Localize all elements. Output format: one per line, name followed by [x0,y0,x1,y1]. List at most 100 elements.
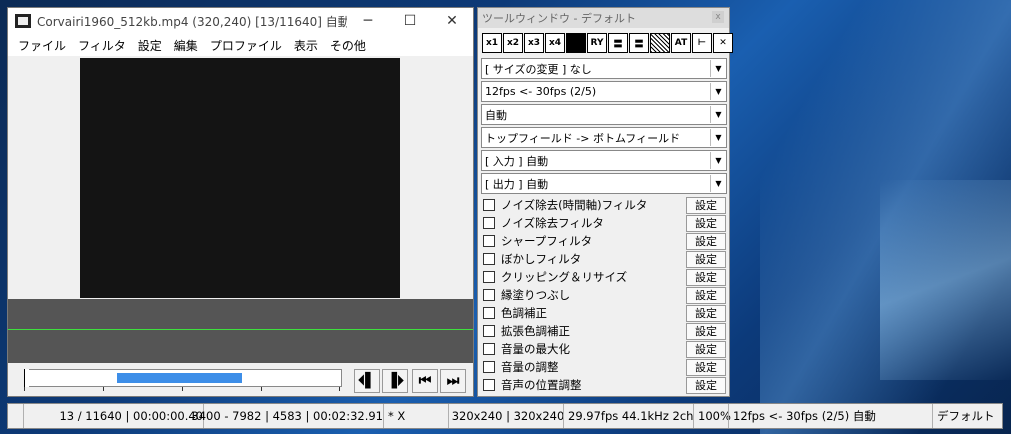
filter-settings-button[interactable]: 設定 [686,196,726,214]
status-rate: 12fps <- 30fps (2/5) 自動 [728,404,928,428]
interlace-select-value: 自動 [485,108,507,122]
menu-other[interactable]: その他 [324,37,372,54]
filter-settings-button[interactable]: 設定 [686,232,726,250]
zoom-x4-button[interactable]: x4 [545,33,565,53]
filter-row: シャープフィルタ 設定 [481,232,726,250]
seek-slider[interactable] [24,369,342,387]
filter-settings-button[interactable]: 設定 [686,376,726,394]
menu-bar: ファイル フィルタ 設定 編集 プロファイル 表示 その他 [8,34,473,56]
timeline-panel [8,299,473,363]
minimize-button[interactable]: ─ [347,8,389,34]
zoom-x1-button[interactable]: x1 [482,33,502,53]
menu-file[interactable]: ファイル [12,37,72,54]
filter-label: ノイズ除去フィルタ [501,216,604,230]
filter-checkbox[interactable] [483,271,495,283]
prev-frame-button[interactable]: ⏴▌ [354,369,380,393]
input-select[interactable]: [ 入力 ] 自動 ▼ [481,150,727,171]
filter-label: クリッピング＆リサイズ [501,270,628,284]
menu-filter[interactable]: フィルタ [72,37,132,54]
input-select-value: [ 入力 ] 自動 [485,154,549,168]
next-frame-button[interactable]: ▐⏵ [382,369,408,393]
tick [182,387,183,391]
last-frame-button[interactable]: ⏭ [440,369,466,393]
deinterlace-button-1[interactable]: 〓 [608,33,628,53]
filter-settings-button[interactable]: 設定 [686,304,726,322]
menu-settings[interactable]: 設定 [132,37,168,54]
filter-settings-button[interactable]: 設定 [686,268,726,286]
main-window: Corvairi1960_512kb.mp4 (320,240) [13/116… [7,7,474,397]
delete-button[interactable]: ✕ [713,33,733,53]
filter-row: 縁塗りつぶし 設定 [481,286,726,304]
chevron-down-icon[interactable]: ▼ [710,152,726,169]
filter-label: 縁塗りつぶし [501,288,571,302]
resize-select-value: [ サイズの変更 ] なし [485,62,592,76]
filter-checkbox[interactable] [483,325,495,337]
framerate-select[interactable]: 12fps <- 30fps (2/5) ▼ [481,81,727,102]
chevron-down-icon[interactable]: ▼ [710,129,726,146]
field-order-select[interactable]: トップフィールド -> ボトムフィールド ▼ [481,127,727,148]
status-fps: 29.97fps 44.1kHz 2ch [563,404,693,428]
window-title: Corvairi1960_512kb.mp4 (320,240) [13/116… [37,14,347,29]
filter-settings-button[interactable]: 設定 [686,214,726,232]
filter-checkbox[interactable] [483,343,495,355]
tick [339,387,340,391]
close-button[interactable]: ✕ [431,8,473,34]
filter-row: ノイズ除去(時間軸)フィルタ 設定 [481,196,726,214]
status-zoom: 100% [693,404,731,428]
tool-close-button[interactable]: x [712,11,724,23]
filter-settings-button[interactable]: 設定 [686,340,726,358]
tool-window-title[interactable]: ツールウィンドウ - デフォルト [478,8,729,28]
output-select[interactable]: [ 出力 ] 自動 ▼ [481,173,727,194]
chevron-down-icon[interactable]: ▼ [710,175,726,192]
filter-row: ノイズ除去フィルタ 設定 [481,214,726,232]
title-bar[interactable]: Corvairi1960_512kb.mp4 (320,240) [13/116… [8,8,473,34]
zoom-x3-button[interactable]: x3 [524,33,544,53]
film-icon [15,14,31,28]
filter-settings-button[interactable]: 設定 [686,250,726,268]
chevron-down-icon[interactable]: ▼ [710,60,726,77]
menu-edit[interactable]: 編集 [168,37,204,54]
chevron-down-icon[interactable]: ▼ [710,106,726,123]
filter-checkbox[interactable] [483,361,495,373]
filter-checkbox[interactable] [483,253,495,265]
filter-checkbox[interactable] [483,289,495,301]
filter-checkbox[interactable] [483,379,495,391]
auto-button[interactable]: AT [671,33,691,53]
slider-ticks [24,387,340,393]
filter-settings-button[interactable]: 設定 [686,358,726,376]
menu-view[interactable]: 表示 [288,37,324,54]
tool-toolbar: x1 x2 x3 x4 RY 〓 〓 AT ⊢ ✕ [482,33,734,53]
black-fill-button[interactable] [566,33,586,53]
filter-checkbox[interactable] [483,217,495,229]
menu-profile[interactable]: プロファイル [204,37,288,54]
filter-checkbox[interactable] [483,235,495,247]
desktop-light-ray [880,180,1011,380]
filter-row: 音声の位置調整 設定 [481,376,726,394]
filter-label: 拡張色調補正 [501,324,570,338]
ry-button[interactable]: RY [587,33,607,53]
filter-row: 音量の調整 設定 [481,358,726,376]
pattern-button[interactable] [650,33,670,53]
maximize-button[interactable]: ☐ [389,8,431,34]
status-profile: デフォルト [932,404,997,428]
filter-settings-button[interactable]: 設定 [686,322,726,340]
status-bar: 13 / 11640 | 00:00:00.40 3400 - 7982 | 4… [7,403,1003,429]
deinterlace-button-2[interactable]: 〓 [629,33,649,53]
filter-checkbox[interactable] [483,307,495,319]
filter-checkbox[interactable] [483,199,495,211]
filter-row: ぼかしフィルタ 設定 [481,250,726,268]
filter-label: シャープフィルタ [501,234,593,248]
first-frame-button[interactable]: ⏮ [412,369,438,393]
filter-label: 音量の調整 [501,360,559,374]
framerate-select-value: 12fps <- 30fps (2/5) [485,85,597,98]
filter-settings-button[interactable]: 設定 [686,286,726,304]
interlace-select[interactable]: 自動 ▼ [481,104,727,125]
resize-select[interactable]: [ サイズの変更 ] なし ▼ [481,58,727,79]
timeline-guide-line [8,329,473,330]
marker-button[interactable]: ⊢ [692,33,712,53]
output-select-value: [ 出力 ] 自動 [485,177,549,191]
zoom-x2-button[interactable]: x2 [503,33,523,53]
seek-thumb[interactable] [24,369,29,387]
filter-row: 音量の最大化 設定 [481,340,726,358]
chevron-down-icon[interactable]: ▼ [710,83,726,100]
